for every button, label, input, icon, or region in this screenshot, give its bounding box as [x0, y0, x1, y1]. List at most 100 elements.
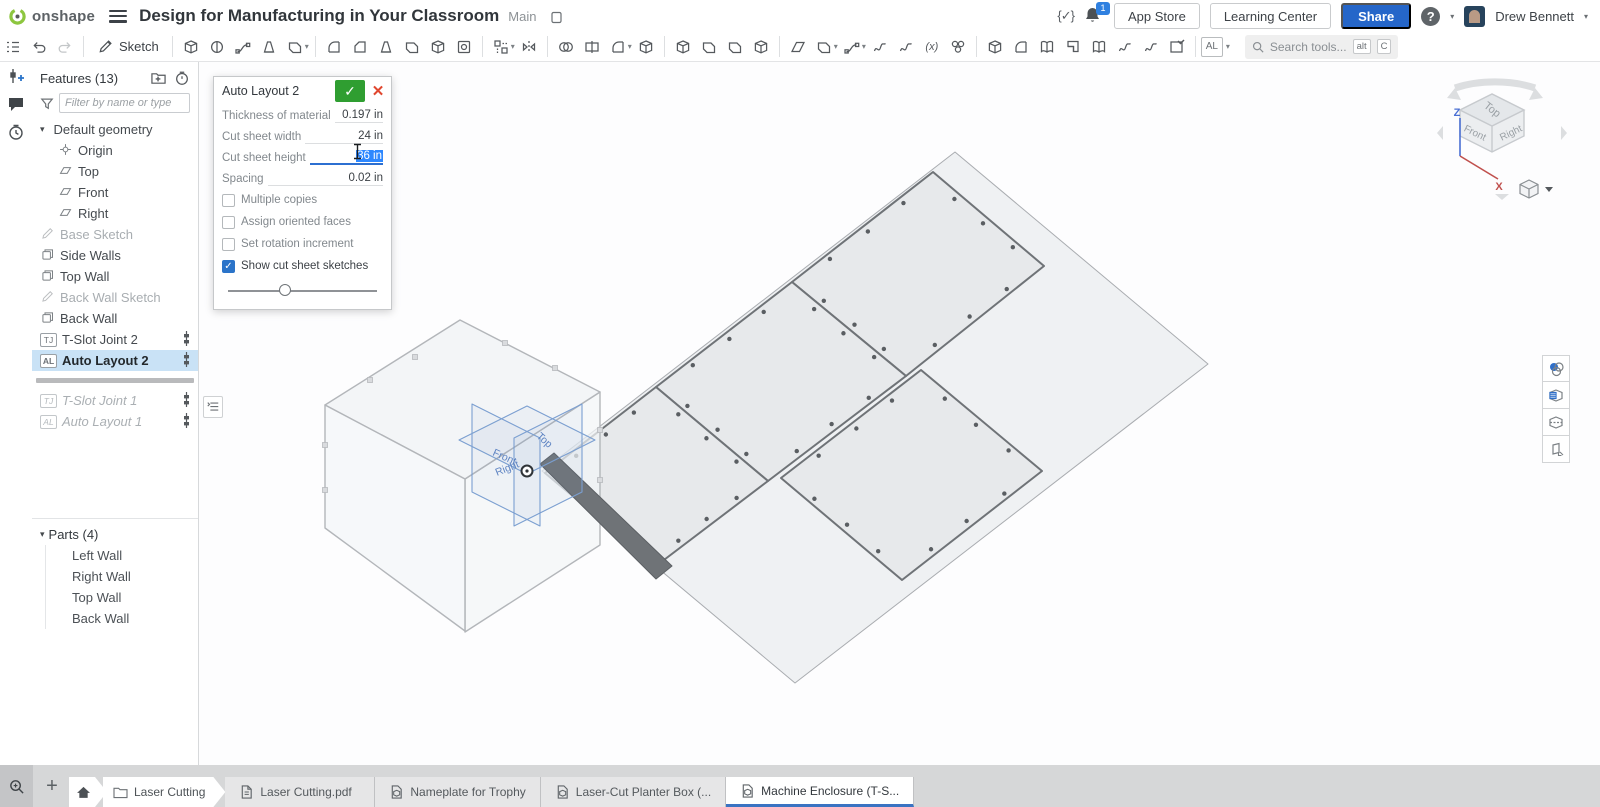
feature-group-default-geometry[interactable]: ▾Default geometry	[32, 119, 198, 140]
notifications-bell-icon[interactable]: 1	[1084, 6, 1104, 26]
stopwatch-icon[interactable]	[174, 70, 190, 86]
app-store-button[interactable]: App Store	[1114, 3, 1200, 29]
suppress-slider-handle[interactable]	[183, 413, 190, 431]
routing-icon[interactable]	[1138, 34, 1164, 60]
shell-icon[interactable]	[425, 34, 451, 60]
comments-icon[interactable]	[0, 90, 32, 118]
isolate-icon[interactable]	[1542, 382, 1570, 409]
feature-item-auto-layout-2[interactable]: ALAuto Layout 2	[32, 350, 198, 371]
fit-spline-icon[interactable]	[1112, 34, 1138, 60]
boolean-icon[interactable]	[553, 34, 579, 60]
dialog-checkbox-show-cut-sheet-sketches[interactable]: ✓Show cut sheet sketches	[214, 255, 391, 277]
share-button[interactable]: Share	[1341, 3, 1411, 29]
view-cube[interactable]: Top Front Right Z X	[1435, 66, 1570, 206]
create-folder-icon[interactable]	[150, 71, 167, 86]
modify-fillet-caret-icon[interactable]: ▾	[628, 42, 632, 51]
checkbox-icon[interactable]	[222, 216, 235, 229]
flange-icon[interactable]	[1060, 34, 1086, 60]
variable-icon[interactable]: (x)	[919, 34, 945, 60]
offset-surface-icon[interactable]	[722, 34, 748, 60]
cut-check-icon[interactable]	[1164, 34, 1190, 60]
feature-item-front[interactable]: Front	[32, 182, 198, 203]
fillet-surface-icon[interactable]	[1008, 34, 1034, 60]
document-tab-machine-enclosure-t-s[interactable]: Machine Enclosure (T-S...	[726, 777, 914, 807]
replace-face-icon[interactable]	[696, 34, 722, 60]
feature-item-back-wall[interactable]: Back Wall	[32, 308, 198, 329]
field-value-input[interactable]: 24 in	[305, 130, 383, 144]
layout-seed-slider[interactable]	[228, 281, 377, 301]
delete-part-icon[interactable]	[633, 34, 659, 60]
onshape-logo[interactable]: onshape	[0, 7, 95, 26]
dialog-checkbox-assign-oriented-faces[interactable]: Assign oriented faces	[214, 211, 391, 233]
feature-item-side-walls[interactable]: Side Walls	[32, 245, 198, 266]
feature-item-top-wall[interactable]: Top Wall	[32, 266, 198, 287]
workspace-branch[interactable]: Main	[508, 9, 536, 24]
feature-item-t-slot-joint-2[interactable]: TJT-Slot Joint 2	[32, 329, 198, 350]
user-name[interactable]: Drew Bennett	[1495, 9, 1574, 24]
copy-workspace-icon[interactable]	[550, 8, 566, 24]
feature-item-right[interactable]: Right	[32, 203, 198, 224]
explode-icon[interactable]	[1542, 436, 1570, 463]
document-tab-laser-cutting-pdf[interactable]: Laser Cutting.pdf	[225, 777, 375, 807]
redo-icon[interactable]	[52, 34, 78, 60]
part-item-right-wall[interactable]: Right Wall	[45, 566, 198, 587]
suppress-slider-handle[interactable]	[183, 392, 190, 410]
sketch-button[interactable]: Sketch	[89, 34, 167, 60]
checkbox-icon[interactable]	[222, 238, 235, 251]
publication-icon[interactable]	[1086, 34, 1112, 60]
surface-blend-icon[interactable]	[1034, 34, 1060, 60]
part-item-back-wall[interactable]: Back Wall	[45, 608, 198, 629]
document-tab-nameplate-for-trophy[interactable]: Nameplate for Trophy	[375, 777, 540, 807]
feature-item-top[interactable]: Top	[32, 161, 198, 182]
fillet-icon[interactable]	[321, 34, 347, 60]
projected-curve-icon[interactable]	[893, 34, 919, 60]
user-avatar[interactable]	[1464, 6, 1485, 27]
split-part-icon[interactable]	[982, 34, 1008, 60]
feature-item-back-wall-sketch[interactable]: Back Wall Sketch	[32, 287, 198, 308]
section-view-icon[interactable]	[1542, 409, 1570, 436]
split-icon[interactable]	[579, 34, 605, 60]
field-value-input[interactable]: 0.197 in	[335, 109, 383, 123]
commit-check-button[interactable]: ✓	[335, 80, 365, 102]
cancel-x-button[interactable]: ✕	[369, 80, 387, 102]
field-value-input[interactable]: 0.02 in	[268, 172, 383, 186]
suppress-slider-handle[interactable]	[183, 331, 190, 349]
main-menu-icon[interactable]	[109, 10, 127, 23]
user-menu-caret-icon[interactable]: ▾	[1584, 12, 1588, 21]
view-cube-menu-icon[interactable]	[1520, 180, 1553, 198]
linear-pattern-caret-icon[interactable]: ▾	[511, 42, 515, 51]
swept-surface-caret-icon[interactable]: ▾	[862, 42, 866, 51]
checkbox-icon[interactable]	[222, 194, 235, 207]
move-face-icon[interactable]	[670, 34, 696, 60]
manage-tabs-icon[interactable]	[0, 765, 33, 807]
origin-marker[interactable]	[522, 466, 533, 477]
filter-icon[interactable]	[40, 97, 54, 110]
helix-icon[interactable]	[867, 34, 893, 60]
feature-item-base-sketch[interactable]: Base Sketch	[32, 224, 198, 245]
boundary-surface-caret-icon[interactable]: ▾	[834, 42, 838, 51]
part-item-top-wall[interactable]: Top Wall	[45, 587, 198, 608]
insert-feature-icon[interactable]	[0, 62, 32, 90]
enclose-icon[interactable]	[748, 34, 774, 60]
draft-icon[interactable]	[373, 34, 399, 60]
feature-item-origin[interactable]: Origin	[32, 140, 198, 161]
mate-connector-icon[interactable]	[945, 34, 971, 60]
rollback-bar[interactable]	[36, 378, 194, 383]
history-icon[interactable]	[0, 118, 32, 146]
field-value-input[interactable]: 36 in	[310, 150, 383, 165]
custom-feature-caret-icon[interactable]: ▾	[1226, 42, 1230, 51]
suppress-slider-handle[interactable]	[183, 352, 190, 370]
dialog-checkbox-multiple-copies[interactable]: Multiple copies	[214, 189, 391, 211]
rib-icon[interactable]	[399, 34, 425, 60]
feature-item-auto-layout-1[interactable]: ALAuto Layout 1	[32, 411, 198, 432]
checkbox-checked-icon[interactable]: ✓	[222, 260, 235, 273]
feature-filter-input[interactable]	[59, 93, 190, 113]
slider-knob[interactable]	[279, 284, 291, 296]
undo-icon[interactable]	[26, 34, 52, 60]
feature-list-toggle-icon[interactable]	[0, 34, 26, 60]
loft-icon[interactable]	[256, 34, 282, 60]
learning-center-button[interactable]: Learning Center	[1210, 3, 1331, 29]
add-tab-button[interactable]: +	[37, 771, 67, 801]
help-icon[interactable]: ?	[1421, 7, 1440, 26]
part-item-left-wall[interactable]: Left Wall	[45, 545, 198, 566]
